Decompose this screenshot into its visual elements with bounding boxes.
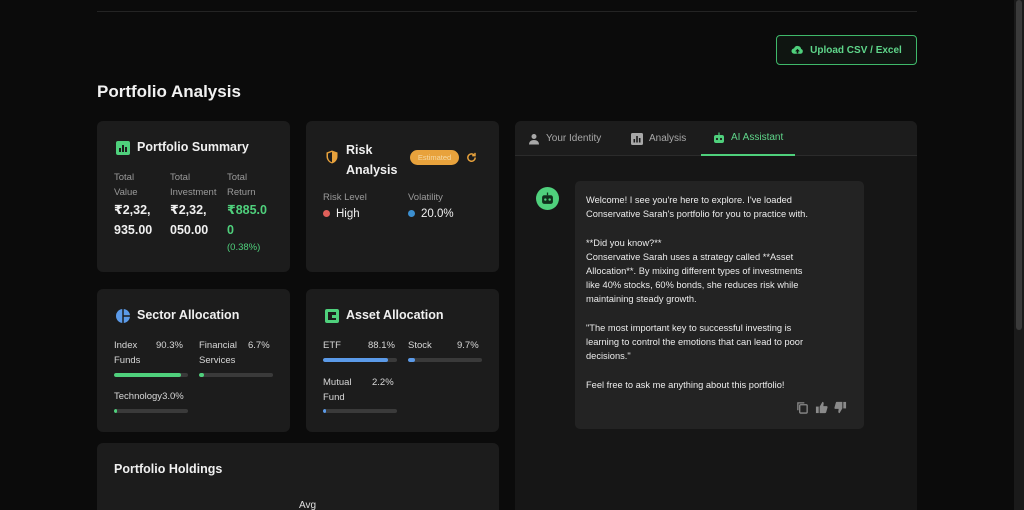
tab-label: Analysis [649, 133, 687, 144]
total-return: ₹885.0 0 [227, 203, 267, 237]
wallet-icon [325, 309, 339, 323]
refresh-icon[interactable] [466, 152, 477, 163]
upload-csv-button[interactable]: Upload CSV / Excel [776, 35, 917, 65]
asset-mutual-fund-bar-fill [323, 409, 326, 413]
message-actions [796, 401, 847, 414]
asset-stock-bar [408, 358, 482, 362]
thumbs-up-icon[interactable] [815, 401, 828, 414]
estimated-badge: Estimated [410, 150, 459, 165]
volatility-value: 20.0% [408, 204, 454, 224]
robot-icon [714, 132, 724, 143]
robot-icon [542, 192, 553, 204]
asset-item-mutual-fund-label: Mutual Fund [323, 377, 352, 403]
holdings-avg-header: Avg [299, 500, 317, 510]
sector-item-technology-label: Technology3.0% [114, 391, 184, 402]
top-divider [97, 11, 917, 12]
portfolio-summary-title: Portfolio Summary [137, 140, 249, 154]
tab-label: AI Assistant [731, 132, 784, 143]
total-return-percent: (0.38%) [227, 242, 261, 253]
risk-level: High [323, 204, 360, 224]
message-line: "The most important key to successful in… [586, 322, 792, 333]
scrollbar-thumb[interactable] [1016, 0, 1022, 330]
total-investment: ₹2,32, 050.00 [170, 203, 209, 237]
asset-etf-bar [323, 358, 397, 362]
message-line: maintaining steady growth. [586, 294, 697, 305]
person-icon [529, 133, 539, 144]
tab-ai-assistant[interactable]: AI Assistant [701, 121, 796, 156]
message-line: Conservative Sarah's portfolio for you t… [586, 209, 808, 220]
asset-item-mutual-fund-pct: 2.2% [372, 377, 394, 388]
copy-icon[interactable] [796, 401, 809, 414]
volatility-dot-icon [408, 210, 415, 218]
page-title: Portfolio Analysis [97, 82, 241, 101]
message-line: **Did you know?** [586, 237, 662, 248]
sector-financial-services-bar-fill [199, 373, 204, 377]
sector-index-funds-bar [114, 373, 188, 377]
asset-mutual-fund-bar [323, 409, 397, 413]
message-line: like 40% stocks, 60% bonds, she reduces … [586, 280, 799, 291]
upload-label: Upload CSV / Excel [810, 44, 902, 56]
thumbs-down-icon[interactable] [834, 401, 847, 414]
bar-chart-icon [116, 141, 130, 155]
volatility-label: Volatility [408, 192, 443, 203]
asset-etf-bar-fill [323, 358, 389, 362]
asset-item-etf-pct: 88.1% [368, 340, 395, 351]
message-line: Allocation**. By mixing different types … [586, 266, 803, 276]
total-return-label: Total Return [227, 172, 256, 198]
message-line: learning to control the emotions that ca… [586, 337, 804, 347]
sector-item-index-funds-label: Index Funds [114, 340, 141, 366]
asset-item-stock-pct: 9.7% [457, 340, 479, 351]
asset-allocation-title: Asset Allocation [346, 308, 444, 322]
total-value-label: Total Value [114, 172, 138, 198]
chart-icon [631, 132, 643, 145]
sector-technology-bar [114, 409, 188, 413]
message-line: Conservative Sarah uses a strategy calle… [586, 251, 794, 262]
pie-chart-icon [116, 309, 130, 323]
sector-allocation-title: Sector Allocation [137, 308, 240, 322]
total-value: ₹2,32, 935.00 [114, 203, 153, 237]
risk-dot-icon [323, 210, 330, 218]
scrollbar[interactable] [1014, 0, 1024, 510]
sector-technology-bar-fill [114, 409, 117, 413]
tab-label: Your Identity [546, 133, 602, 144]
assistant-message: Welcome! I see you're here to explore. I… [575, 181, 864, 429]
shield-icon [326, 150, 338, 164]
portfolio-holdings-card [97, 443, 499, 510]
tab-bar: Your Identity Analysis AI Assistant [515, 121, 917, 156]
risk-analysis-title: Risk Analysis [346, 143, 398, 177]
asset-stock-bar-fill [408, 358, 416, 362]
tab-your-identity[interactable]: Your Identity [528, 121, 601, 156]
portfolio-holdings-title: Portfolio Holdings [114, 462, 223, 476]
sector-item-financial-services-pct: 6.7% [248, 340, 270, 351]
sector-item-index-funds-pct: 90.3% [156, 340, 183, 351]
message-line: Welcome! I see you're here to explore. I… [586, 195, 792, 205]
asset-item-stock-label: Stock [408, 340, 432, 351]
cloud-upload-icon [791, 45, 803, 54]
sector-index-funds-bar-fill [114, 373, 181, 377]
sector-financial-services-bar [199, 373, 273, 377]
message-line: decisions." [586, 351, 631, 362]
asset-item-etf-label: ETF [323, 340, 341, 351]
total-investment-label: Total Investment [170, 172, 217, 198]
bot-avatar [536, 187, 559, 210]
risk-level-label: Risk Level [323, 192, 367, 203]
message-line: Feel free to ask me anything about this … [586, 379, 785, 390]
tab-analysis[interactable]: Analysis [631, 121, 686, 156]
sector-item-financial-services-label: Financial Services [199, 340, 238, 366]
